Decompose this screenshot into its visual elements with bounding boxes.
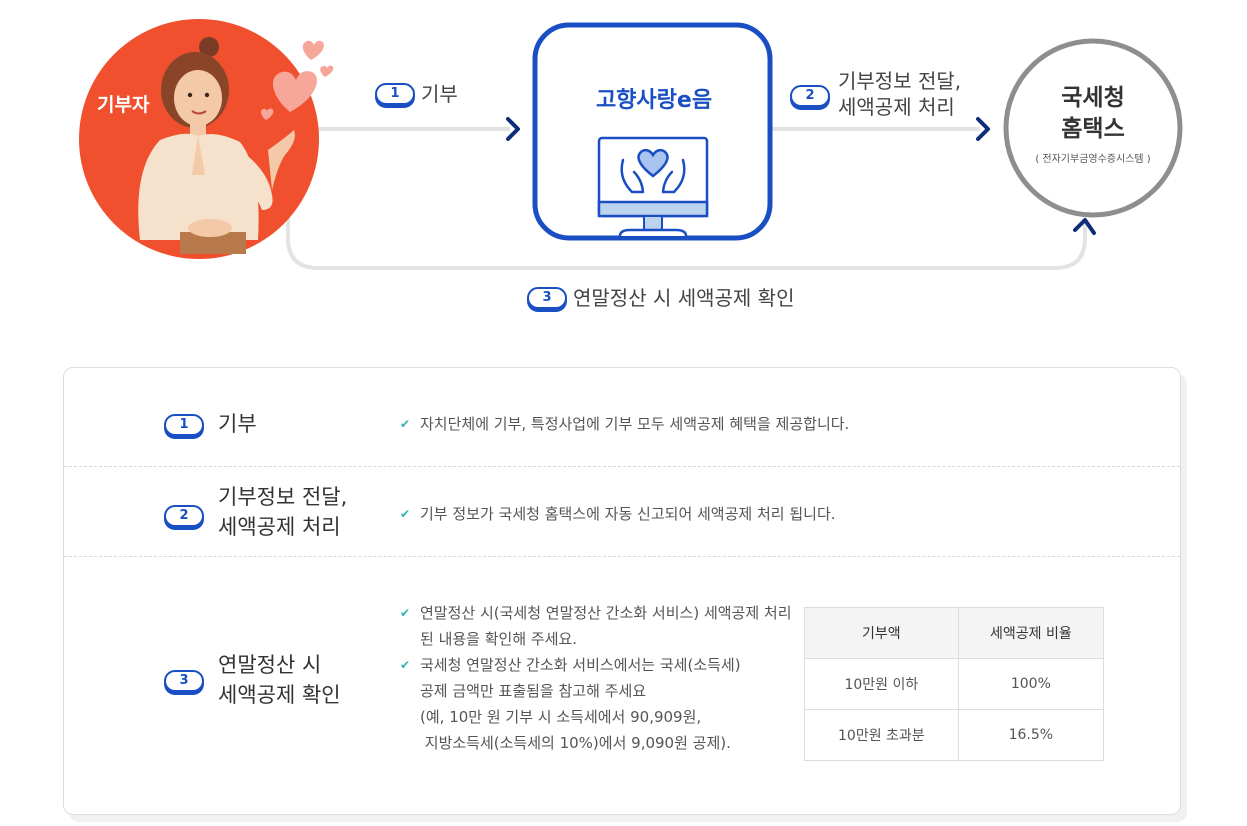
deduction-rate-table: 기부액 세액공제 비율 10만원 이하 100% 10만원 초과분 16.5% [804, 607, 1105, 761]
table-header-row: 기부액 세액공제 비율 [804, 607, 1105, 659]
check-icon: ✔ [400, 606, 411, 620]
check-icon: ✔ [400, 658, 411, 672]
bullet-text: 국세청 연말정산 간소화 서비스에서는 국세(소득세) [420, 656, 741, 674]
step-label-line1: 기부정보 전달, [838, 69, 962, 93]
flow-step-2-badge-wrap: 2 [790, 84, 830, 107]
step-label-line2: 세액공제 처리 [838, 95, 955, 119]
row-title-line2: 세액공제 확인 [218, 683, 341, 707]
donor-illustration [79, 19, 319, 259]
row-2-title: 기부정보 전달, 세액공제 처리 [218, 482, 347, 542]
bullet-text: (예, 10만 원 기부 시 소득세에서 90,909원, [420, 708, 702, 726]
bullet-text: 자치단체에 기부, 특정사업에 기부 모두 세액공제 혜택을 제공합니다. [420, 415, 850, 433]
table-cell: 10만원 이하 [804, 658, 959, 710]
flow-step-2: 기부정보 전달, 세액공제 처리 [838, 68, 961, 120]
bullet-text: 된 내용을 확인해 주세요. [420, 630, 578, 648]
row-2-bullet: ✔ 기부 정보가 국세청 홈택스에 자동 신고되어 세액공제 처리 됩니다. [400, 501, 836, 527]
step-number-badge: 3 [527, 286, 567, 309]
row-3-bullet-2: ✔ 국세청 연말정산 간소화 서비스에서는 국세(소득세) 공제 금액만 표출됨… [400, 652, 741, 756]
row-1-badge-wrap: 1 [164, 413, 204, 436]
heart-icon [302, 40, 324, 60]
table-cell: 100% [957, 658, 1105, 710]
flow-step-3: 3 연말정산 시 세액공제 확인 [527, 285, 794, 311]
row-title-line2: 세액공제 처리 [218, 515, 341, 539]
row-1-bullet: ✔ 자치단체에 기부, 특정사업에 기부 모두 세액공제 혜택을 제공합니다. [400, 411, 849, 437]
check-icon: ✔ [400, 417, 411, 431]
table-header-cell: 기부액 [804, 607, 959, 659]
donor-label: 기부자 [97, 94, 150, 116]
row-2-badge-wrap: 2 [164, 504, 204, 527]
bullet-text: 연말정산 시(국세청 연말정산 간소화 서비스) 세액공제 처리 [420, 604, 792, 622]
heart-icon [320, 65, 334, 77]
bullet-text: 기부 정보가 국세청 홈택스에 자동 신고되어 세액공제 처리 됩니다. [420, 505, 836, 523]
row-divider [64, 556, 1180, 557]
hub-title: 고향사랑e음 [595, 88, 713, 113]
row-3-bullet-1: ✔ 연말정산 시(국세청 연말정산 간소화 서비스) 세액공제 처리 된 내용을… [400, 600, 792, 652]
table-cell: 16.5% [957, 709, 1105, 761]
details-panel: 1 기부 ✔ 자치단체에 기부, 특정사업에 기부 모두 세액공제 혜택을 제공… [63, 367, 1181, 815]
row-title-line1: 연말정산 시 [218, 653, 322, 677]
nts-subtitle: ( 전자기부금영수증시스템 ) [1035, 154, 1151, 165]
row-title-line1: 기부정보 전달, [218, 485, 348, 509]
step-number-badge: 1 [164, 414, 204, 436]
row-3-badge-wrap: 3 [164, 669, 204, 692]
flow-step-1: 1 기부 [375, 81, 458, 107]
step-label: 연말정산 시 세액공제 확인 [573, 286, 795, 310]
step-number-badge: 2 [164, 505, 204, 527]
step-label: 기부 [421, 82, 458, 106]
step-number-badge: 1 [375, 82, 415, 105]
nts-title-line1: 국세청 [1061, 85, 1125, 111]
table-header-cell: 세액공제 비율 [957, 607, 1105, 659]
table-cell: 10만원 초과분 [804, 709, 959, 761]
nts-title-line2: 홈택스 [1061, 116, 1125, 142]
step-number-badge: 2 [790, 85, 830, 107]
bullet-text: 지방소득세(소득세의 10%)에서 9,090원 공제). [420, 734, 731, 752]
table-row: 10만원 초과분 16.5% [804, 709, 1105, 761]
table-row: 10만원 이하 100% [804, 658, 1105, 710]
row-1-title: 기부 [218, 412, 257, 436]
row-3-title: 연말정산 시 세액공제 확인 [218, 650, 341, 710]
step-number-badge: 3 [164, 670, 204, 692]
check-icon: ✔ [400, 507, 411, 521]
nts-title: 국세청 홈택스 [1010, 83, 1176, 145]
bullet-text: 공제 금액만 표출됨을 참고해 주세요 [420, 682, 647, 700]
row-divider [64, 466, 1180, 467]
